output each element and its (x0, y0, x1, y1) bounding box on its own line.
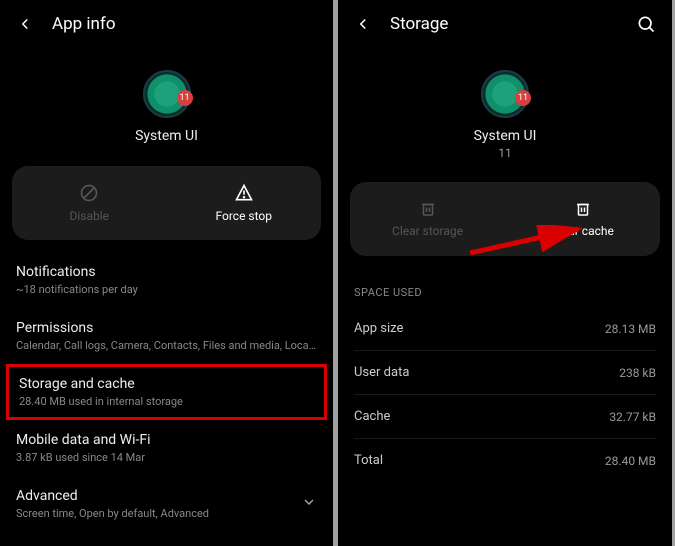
total-value: 28.40 MB (605, 454, 656, 468)
app-icon (481, 70, 529, 118)
page-title: App info (52, 14, 317, 34)
user-data-row: User data 238 kB (338, 351, 672, 394)
app-icon (143, 70, 191, 118)
app-info-screen: App info System UI Disable Force stop No… (0, 0, 333, 546)
force-stop-label: Force stop (215, 209, 272, 223)
disable-button: Disable (12, 166, 167, 240)
app-version-label: 11 (338, 146, 672, 160)
total-label: Total (354, 453, 605, 468)
space-used-header: SPACE USED (338, 268, 672, 307)
back-icon[interactable] (16, 15, 34, 33)
advanced-label: Advanced (16, 488, 298, 504)
header: Storage (338, 0, 672, 48)
app-size-label: App size (354, 321, 605, 336)
action-card: Clear storage Clear cache (350, 182, 660, 256)
back-icon[interactable] (354, 15, 372, 33)
storage-screen: Storage System UI 11 Clear storage Clear… (338, 0, 672, 546)
clear-storage-label: Clear storage (392, 224, 463, 238)
app-name-label: System UI (338, 128, 672, 144)
app-summary: System UI (0, 48, 333, 158)
search-icon[interactable] (636, 14, 656, 34)
advanced-sub: Screen time, Open by default, Advanced (16, 507, 298, 520)
permissions-label: Permissions (16, 320, 317, 336)
disable-label: Disable (69, 209, 109, 223)
header: App info (0, 0, 333, 48)
storage-row[interactable]: Storage and cache 28.40 MB used in inter… (6, 364, 327, 420)
mobile-data-row[interactable]: Mobile data and Wi-Fi 3.87 kB used since… (0, 420, 333, 476)
app-summary: System UI 11 (338, 48, 672, 174)
permissions-sub: Calendar, Call logs, Camera, Contacts, F… (16, 339, 317, 352)
mobile-sub: 3.87 kB used since 14 Mar (16, 451, 317, 464)
permissions-row[interactable]: Permissions Calendar, Call logs, Camera,… (0, 308, 333, 364)
app-size-value: 28.13 MB (605, 322, 656, 336)
notifications-sub: ~18 notifications per day (16, 283, 317, 296)
force-stop-button[interactable]: Force stop (167, 166, 322, 240)
cache-row: Cache 32.77 kB (338, 395, 672, 438)
clear-cache-button[interactable]: Clear cache (505, 182, 660, 256)
notifications-label: Notifications (16, 264, 317, 280)
cache-value: 32.77 kB (609, 410, 656, 424)
app-name-label: System UI (0, 128, 333, 144)
storage-label: Storage and cache (19, 376, 314, 392)
clear-cache-label: Clear cache (551, 224, 614, 238)
app-size-row: App size 28.13 MB (338, 307, 672, 350)
page-title: Storage (390, 14, 618, 34)
user-data-label: User data (354, 365, 619, 380)
clear-storage-button: Clear storage (350, 182, 505, 256)
total-row: Total 28.40 MB (338, 439, 672, 482)
action-card: Disable Force stop (12, 166, 321, 240)
mobile-label: Mobile data and Wi-Fi (16, 432, 317, 448)
notifications-row[interactable]: Notifications ~18 notifications per day (0, 252, 333, 308)
user-data-value: 238 kB (619, 366, 656, 380)
cache-label: Cache (354, 409, 609, 424)
chevron-down-icon (301, 494, 317, 514)
advanced-row[interactable]: Advanced Screen time, Open by default, A… (0, 476, 333, 532)
storage-sub: 28.40 MB used in internal storage (19, 395, 314, 408)
